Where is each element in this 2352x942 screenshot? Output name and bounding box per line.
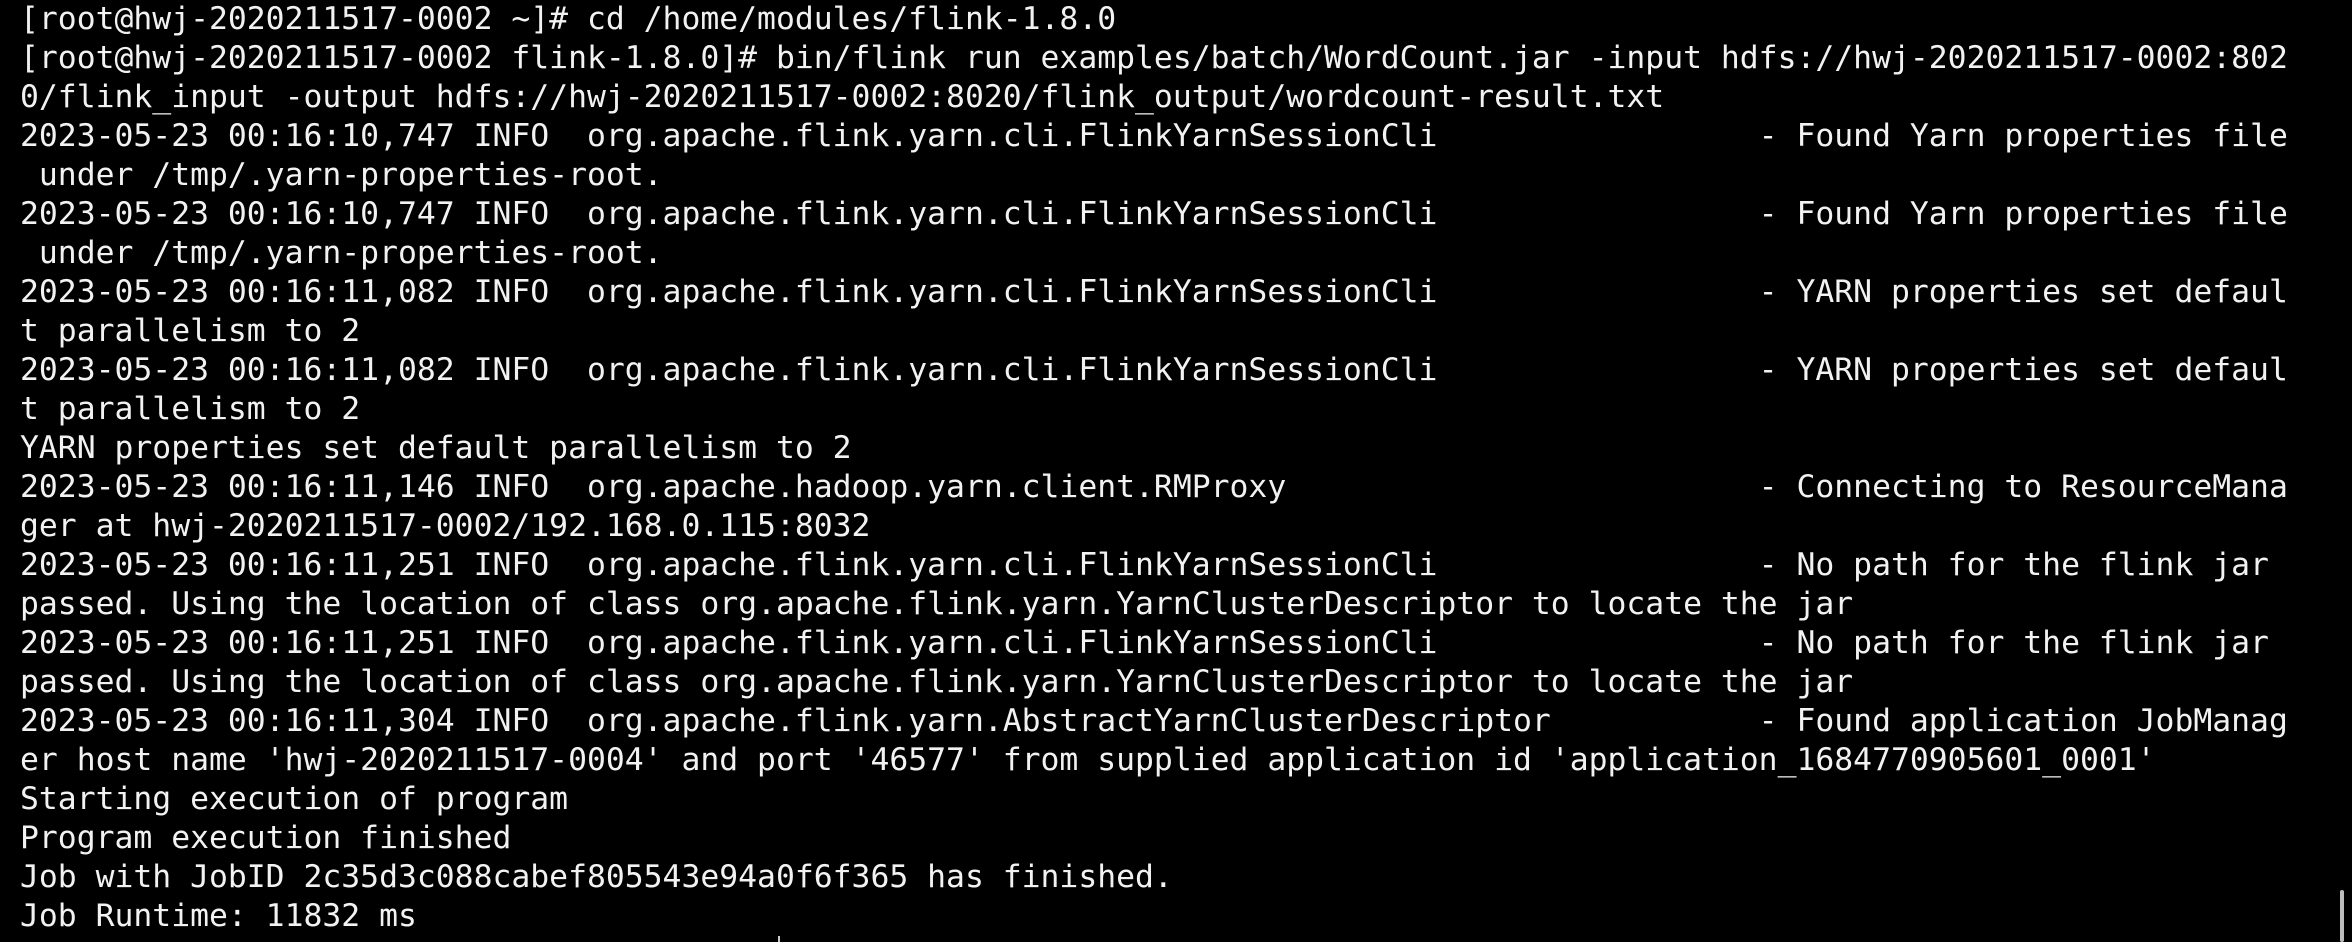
terminal-window[interactable]: [root@hwj-2020211517-0002 ~]# cd /home/m… <box>0 0 2352 942</box>
terminal-line: 2023-05-23 00:16:11,251 INFO org.apache.… <box>20 547 2269 583</box>
terminal-line: Job with JobID 2c35d3c088cabef805543e94a… <box>20 859 1173 895</box>
terminal-line: t parallelism to 2 <box>20 313 361 349</box>
terminal-line: t parallelism to 2 <box>20 391 361 427</box>
terminal-line: YARN properties set default parallelism … <box>20 430 852 466</box>
terminal-line: under /tmp/.yarn-properties-root. <box>20 157 663 193</box>
terminal-line: 2023-05-23 00:16:10,747 INFO org.apache.… <box>20 118 2288 154</box>
vertical-scrollbar[interactable] <box>2336 0 2344 942</box>
terminal-output: [root@hwj-2020211517-0002 ~]# cd /home/m… <box>20 0 2328 936</box>
terminal-line: 2023-05-23 00:16:11,146 INFO org.apache.… <box>20 469 2288 505</box>
terminal-line: er host name 'hwj-2020211517-0004' and p… <box>20 742 2156 778</box>
terminal-line: 2023-05-23 00:16:11,082 INFO org.apache.… <box>20 352 2288 388</box>
terminal-line: 2023-05-23 00:16:11,251 INFO org.apache.… <box>20 625 2269 661</box>
terminal-line: Starting execution of program <box>20 781 569 817</box>
terminal-line: ger at hwj-2020211517-0002/192.168.0.115… <box>20 508 871 544</box>
scrollbar-thumb[interactable] <box>2340 890 2344 942</box>
terminal-line: 2023-05-23 00:16:10,747 INFO org.apache.… <box>20 196 2288 232</box>
terminal-line: 2023-05-23 00:16:11,304 INFO org.apache.… <box>20 703 2288 739</box>
terminal-line: [root@hwj-2020211517-0002 ~]# cd /home/m… <box>20 1 1117 37</box>
terminal-line: 2023-05-23 00:16:11,082 INFO org.apache.… <box>20 274 2288 310</box>
terminal-line: Job Runtime: 11832 ms <box>20 898 417 934</box>
text-cursor <box>778 936 780 942</box>
terminal-line: passed. Using the location of class org.… <box>20 664 1854 700</box>
terminal-line: passed. Using the location of class org.… <box>20 586 1854 622</box>
terminal-line: [root@hwj-2020211517-0002 flink-1.8.0]# … <box>20 40 2288 76</box>
terminal-line: Program execution finished <box>20 820 512 856</box>
terminal-line: 0/flink_input -output hdfs://hwj-2020211… <box>20 79 1665 115</box>
terminal-line: under /tmp/.yarn-properties-root. <box>20 235 663 271</box>
